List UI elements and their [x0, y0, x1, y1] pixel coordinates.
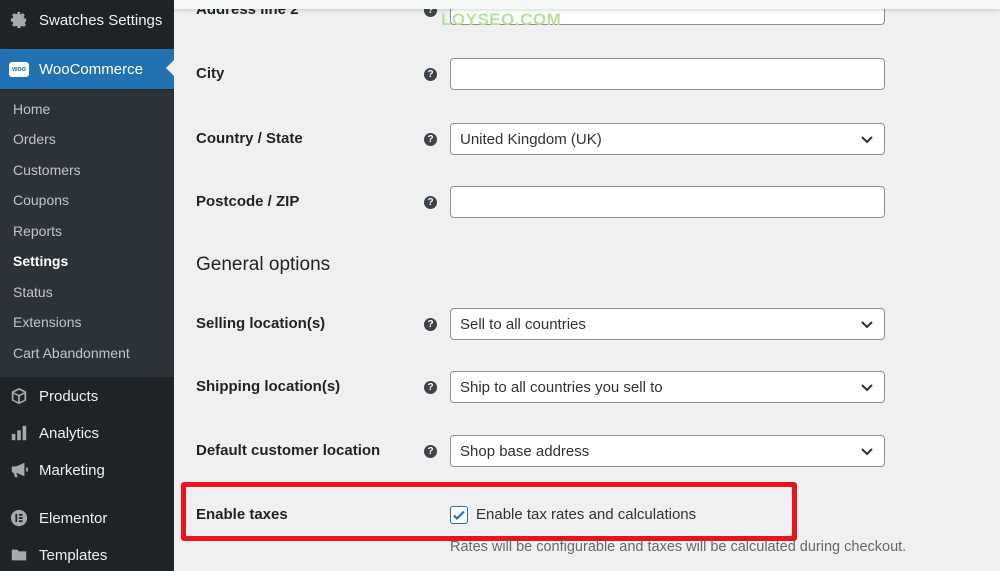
menu-templates[interactable]: Templates [0, 536, 174, 571]
active-menu-pointer [166, 60, 174, 76]
woocommerce-icon: woo [9, 59, 29, 79]
menu-label: Analytics [39, 424, 100, 442]
chevron-down-icon [861, 384, 873, 392]
products-box-icon [9, 386, 29, 406]
country-select[interactable]: United Kingdom (UK) [450, 123, 885, 155]
submenu-cart-abandonment[interactable]: Cart Abandonment [13, 345, 130, 361]
city-input[interactable] [450, 58, 885, 90]
menu-label: Templates [39, 546, 108, 564]
submenu-customers[interactable]: Customers [13, 162, 81, 178]
submenu-home[interactable]: Home [13, 101, 50, 117]
menu-analytics[interactable]: Analytics [0, 414, 174, 452]
shipping-location-label: Shipping location(s) [196, 378, 341, 395]
menu-products[interactable]: Products [0, 377, 174, 415]
submenu-reports[interactable]: Reports [13, 223, 62, 239]
postcode-input[interactable] [450, 186, 885, 218]
section-title: General options [196, 254, 331, 275]
menu-label: WooCommerce [39, 60, 143, 78]
admin-top-bar [174, 0, 1000, 9]
chevron-down-icon [861, 321, 873, 329]
woocommerce-submenu: Home Orders Customers Coupons Reports Se… [0, 90, 174, 377]
megaphone-icon [9, 460, 29, 480]
shipping-location-select[interactable]: Ship to all countries you sell to [450, 371, 885, 403]
submenu-coupons[interactable]: Coupons [13, 192, 69, 208]
menu-label: Elementor [39, 509, 108, 527]
folder-icon [9, 545, 29, 565]
checkmark-icon [453, 510, 465, 521]
analytics-bar-icon [9, 423, 29, 443]
submenu-orders[interactable]: Orders [13, 131, 56, 147]
admin-sidebar: Swatches Settings woo WooCommerce Home O… [0, 0, 174, 571]
help-icon[interactable]: ? [424, 445, 437, 458]
chevron-down-icon [861, 448, 873, 456]
submenu-extensions[interactable]: Extensions [13, 314, 81, 330]
gear-icon [9, 10, 29, 30]
menu-elementor[interactable]: Elementor [0, 499, 174, 537]
enable-taxes-checkbox[interactable] [450, 506, 468, 524]
select-value: Sell to all countries [460, 315, 586, 333]
menu-woocommerce[interactable]: woo WooCommerce [0, 49, 174, 89]
help-icon[interactable]: ? [424, 133, 437, 146]
default-customer-location-label: Default customer location [196, 442, 381, 459]
menu-label: Swatches Settings [39, 11, 163, 29]
help-icon[interactable]: ? [424, 381, 437, 394]
select-value: Shop base address [460, 442, 590, 460]
selling-location-select[interactable]: Sell to all countries [450, 308, 885, 340]
submenu-settings[interactable]: Settings [13, 253, 68, 269]
menu-label: Products [39, 387, 99, 405]
enable-taxes-description: Rates will be configurable and taxes wil… [450, 539, 907, 555]
help-icon[interactable]: ? [424, 318, 437, 331]
country-label: Country / State [196, 130, 303, 147]
enable-taxes-label: Enable taxes [196, 506, 288, 523]
selling-location-label: Selling location(s) [196, 315, 326, 332]
default-customer-location-select[interactable]: Shop base address [450, 435, 885, 467]
chevron-down-icon [861, 136, 873, 144]
submenu-status[interactable]: Status [13, 284, 53, 300]
postcode-label: Postcode / ZIP [196, 193, 300, 210]
menu-marketing[interactable]: Marketing [0, 451, 174, 489]
elementor-icon [9, 508, 29, 528]
enable-taxes-checkbox-label[interactable]: Enable tax rates and calculations [476, 506, 696, 523]
help-icon[interactable]: ? [424, 68, 437, 81]
watermark: LOYSEO.COM [441, 10, 562, 29]
select-value: United Kingdom (UK) [460, 130, 602, 148]
select-value: Ship to all countries you sell to [460, 378, 663, 396]
city-label: City [196, 65, 225, 82]
help-icon[interactable]: ? [424, 196, 437, 209]
menu-label: Marketing [39, 461, 105, 479]
menu-swatches-settings[interactable]: Swatches Settings [0, 1, 174, 39]
